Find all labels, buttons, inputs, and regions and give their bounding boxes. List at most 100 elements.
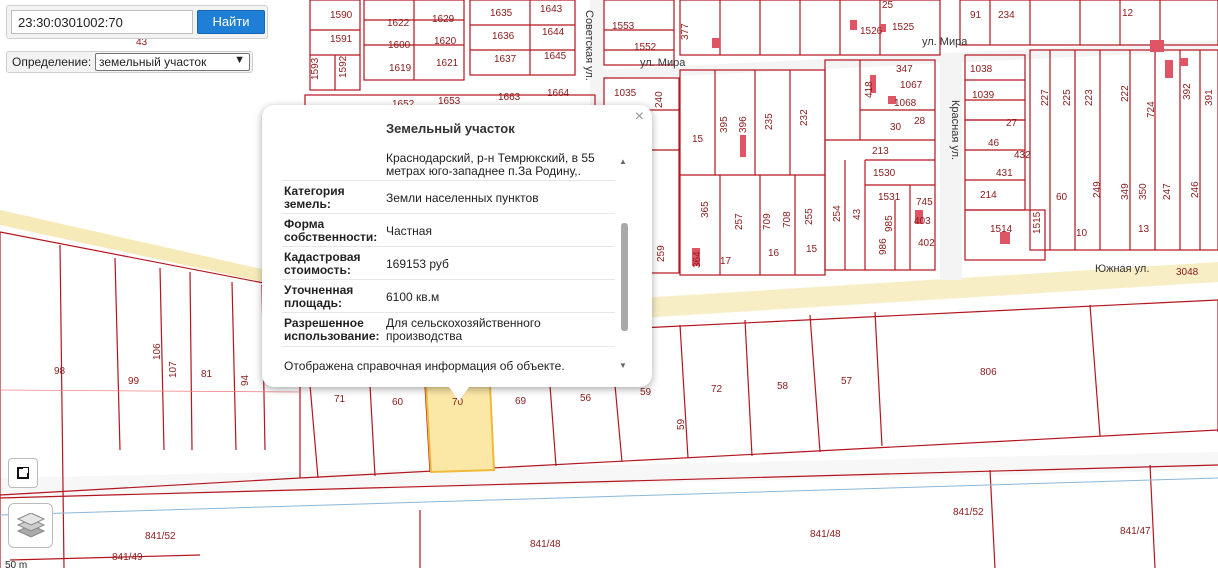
svg-text:58: 58 [777, 381, 789, 392]
svg-text:1039: 1039 [972, 90, 995, 101]
svg-text:222: 222 [1120, 85, 1131, 102]
svg-text:1531: 1531 [878, 192, 901, 203]
close-icon[interactable]: × [635, 108, 644, 126]
svg-text:Советская ул.: Советская ул. [583, 10, 595, 81]
svg-text:94: 94 [240, 374, 251, 386]
svg-text:377: 377 [680, 23, 691, 40]
svg-text:247: 247 [1162, 183, 1173, 200]
svg-text:1636: 1636 [492, 31, 515, 42]
svg-text:227: 227 [1040, 89, 1051, 106]
svg-text:60: 60 [392, 397, 404, 408]
search-panel: Найти [6, 5, 268, 39]
scroll-down-icon[interactable]: ▼ [619, 361, 627, 370]
svg-text:403: 403 [914, 216, 931, 227]
svg-text:1629: 1629 [432, 14, 455, 25]
popup-scrollbar[interactable]: ▲ ▼ [617, 157, 631, 373]
svg-text:1035: 1035 [614, 88, 637, 99]
svg-text:17: 17 [720, 256, 732, 267]
svg-text:1068: 1068 [894, 98, 917, 109]
search-input[interactable] [11, 10, 193, 34]
measure-button[interactable] [8, 458, 38, 488]
info-value: 169153 руб [386, 257, 449, 271]
svg-text:232: 232 [799, 109, 810, 126]
svg-text:392: 392 [1182, 83, 1193, 100]
svg-text:806: 806 [980, 367, 997, 378]
svg-text:28: 28 [914, 116, 926, 127]
svg-text:240: 240 [654, 91, 665, 108]
info-row: Категория земель: Земли населенных пункт… [282, 181, 615, 214]
svg-text:1530: 1530 [873, 168, 896, 179]
ruler-icon [17, 467, 29, 479]
layers-button[interactable] [8, 503, 53, 548]
info-popup: × Земельный участок Краснодарский, р-н Т… [262, 105, 652, 401]
info-row: Уточненная площадь: 6100 кв.м [282, 280, 615, 313]
svg-text:431: 431 [996, 168, 1013, 179]
svg-text:59: 59 [676, 418, 687, 430]
svg-text:724: 724 [1146, 101, 1157, 118]
svg-text:985: 985 [884, 215, 895, 232]
scale-label: 50 m [5, 560, 28, 571]
svg-text:1643: 1643 [540, 4, 563, 15]
info-row: Кадастровая стоимость: 169153 руб [282, 247, 615, 280]
popup-title: Земельный участок [386, 121, 515, 136]
svg-text:254: 254 [832, 205, 843, 222]
svg-text:16: 16 [768, 248, 780, 259]
svg-text:213: 213 [872, 146, 889, 157]
svg-text:71: 71 [334, 394, 346, 405]
svg-text:841/47: 841/47 [1120, 526, 1151, 537]
svg-text:Красная ул.: Красная ул. [949, 100, 961, 160]
svg-text:432: 432 [1014, 150, 1031, 161]
search-button[interactable]: Найти [197, 10, 265, 34]
address-value: Краснодарский, р-н Темрюкский, в 55 метр… [386, 151, 595, 178]
svg-text:1552: 1552 [634, 42, 657, 53]
svg-text:1591: 1591 [330, 34, 353, 45]
chevron-down-icon: ▼ [234, 54, 245, 66]
svg-text:1525: 1525 [892, 22, 915, 33]
svg-text:255: 255 [804, 208, 815, 225]
svg-text:1664: 1664 [547, 88, 570, 99]
svg-text:1620: 1620 [434, 36, 457, 47]
svg-text:1645: 1645 [544, 51, 567, 62]
info-value: Частная [386, 224, 432, 238]
svg-text:365: 365 [700, 201, 711, 218]
svg-text:391: 391 [1204, 89, 1215, 106]
definition-selected: земельный участок [99, 55, 207, 69]
svg-text:72: 72 [711, 384, 723, 395]
svg-text:91: 91 [970, 10, 982, 21]
svg-text:1622: 1622 [387, 18, 410, 29]
svg-text:347: 347 [896, 64, 913, 75]
svg-text:235: 235 [764, 113, 775, 130]
info-key: Кадастровая стоимость: [284, 250, 361, 277]
svg-text:841/48: 841/48 [810, 529, 841, 540]
svg-text:27: 27 [1006, 118, 1018, 129]
svg-text:418: 418 [864, 81, 875, 98]
info-value: Земли населенных пунктов [386, 191, 539, 205]
scroll-up-icon[interactable]: ▲ [619, 157, 627, 166]
svg-text:709: 709 [762, 213, 773, 230]
svg-text:43: 43 [852, 208, 863, 220]
svg-text:841/48: 841/48 [530, 539, 561, 550]
svg-text:13: 13 [1138, 224, 1150, 235]
info-key: Разрешенное использование: [284, 316, 380, 343]
svg-text:46: 46 [988, 138, 1000, 149]
svg-text:1663: 1663 [498, 92, 521, 103]
svg-text:Южная ул.: Южная ул. [1095, 263, 1149, 275]
svg-text:349: 349 [1120, 183, 1131, 200]
svg-text:56: 56 [580, 393, 592, 404]
definition-label: Определение: [12, 55, 92, 69]
definition-select[interactable]: земельный участок ▼ [95, 53, 250, 71]
svg-text:1637: 1637 [494, 54, 517, 65]
info-row: Разрешенное использование: Для сельскохо… [282, 313, 615, 347]
scroll-thumb[interactable] [621, 223, 628, 331]
svg-text:1514: 1514 [990, 224, 1013, 235]
svg-text:986: 986 [878, 238, 889, 255]
svg-text:15: 15 [806, 244, 818, 255]
svg-text:708: 708 [782, 211, 793, 228]
layers-icon [16, 512, 45, 538]
svg-text:1515: 1515 [1032, 211, 1043, 234]
svg-text:234: 234 [998, 10, 1015, 21]
svg-text:10: 10 [1076, 228, 1088, 239]
svg-text:1590: 1590 [330, 10, 353, 21]
svg-text:1621: 1621 [436, 58, 459, 69]
svg-text:ул. Мира: ул. Мира [922, 36, 968, 48]
